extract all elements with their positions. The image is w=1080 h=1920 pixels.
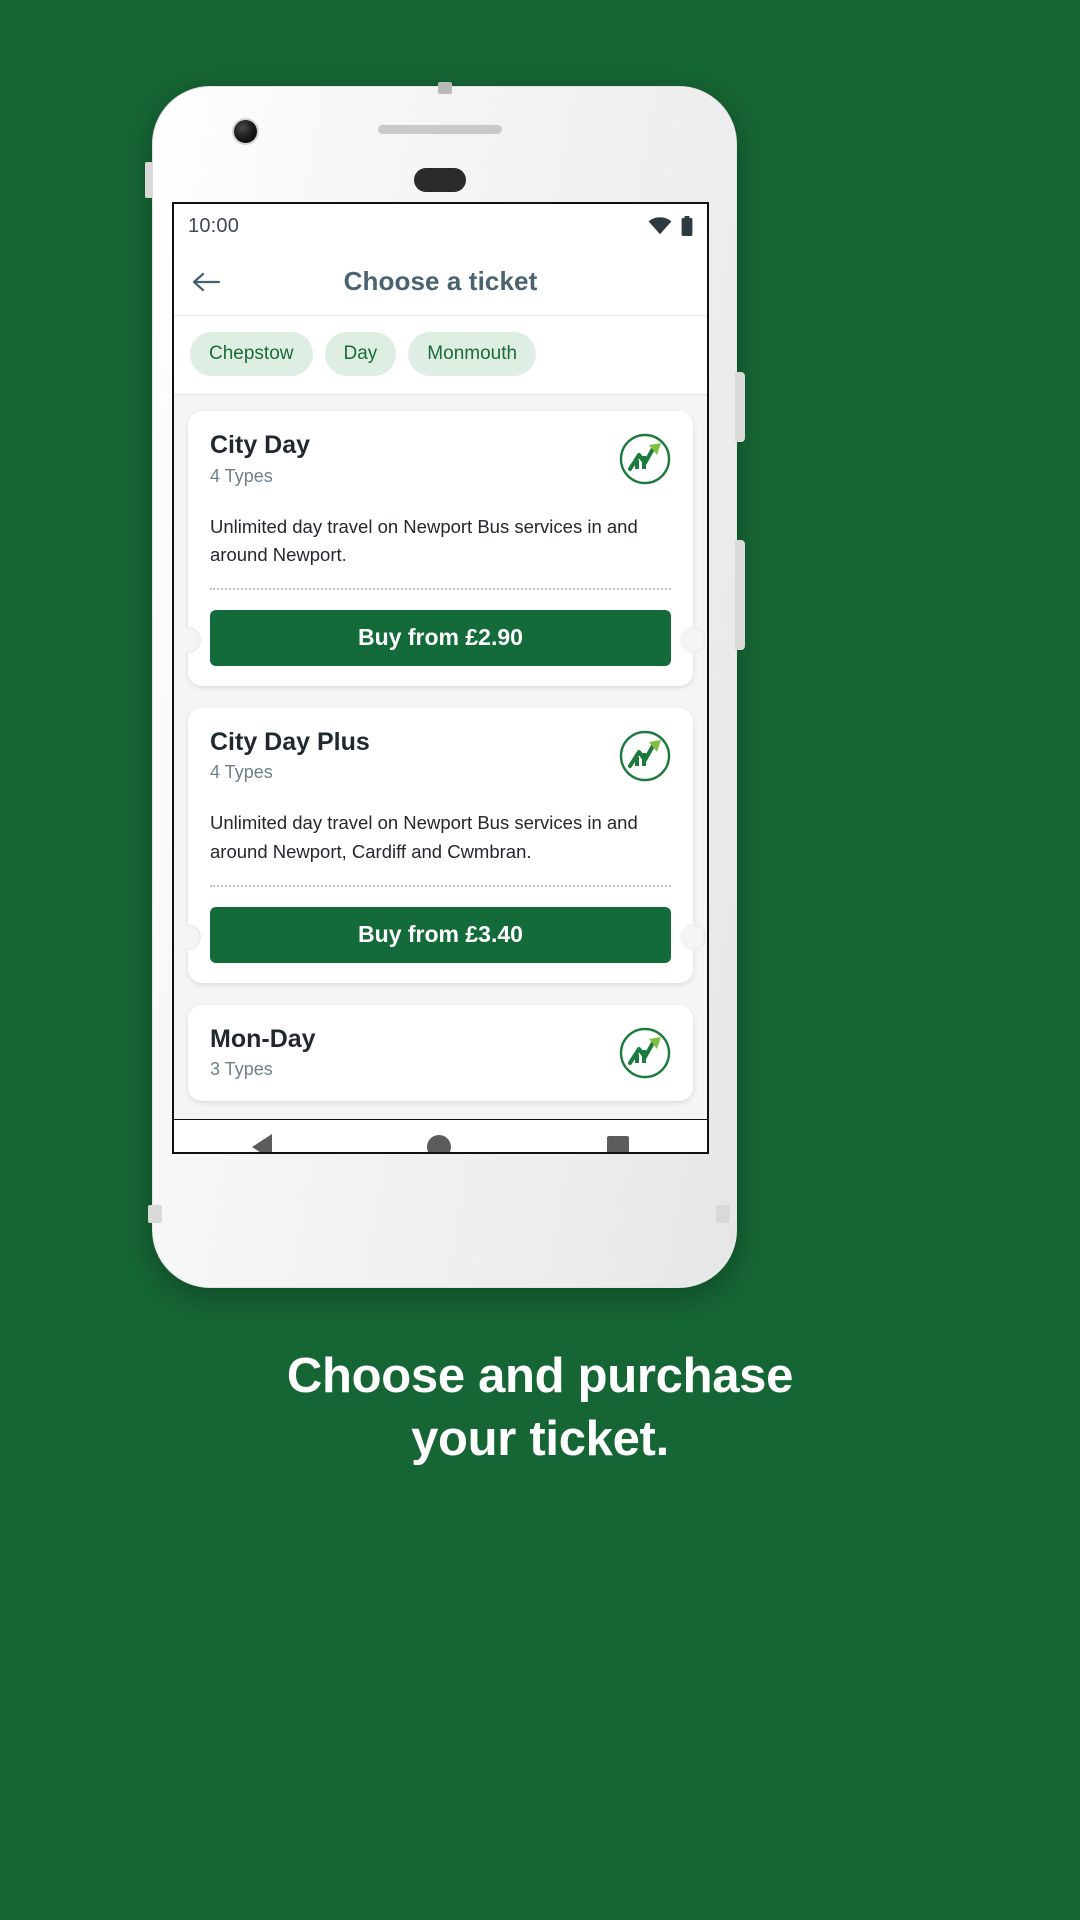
ticket-card-header: City Day 4 Types	[210, 431, 671, 487]
phone-screen: 10:00 Choose a ticket Chepstow Day Monmo…	[172, 202, 709, 1154]
promo-caption-line1: Choose and purchase	[286, 1349, 794, 1403]
newport-bus-logo-icon	[619, 1027, 671, 1078]
ticket-title: City Day Plus	[210, 727, 370, 756]
status-bar: 10:00	[174, 204, 707, 248]
phone-volume-button	[735, 372, 745, 442]
ticket-card-titles: City Day Plus 4 Types	[210, 728, 370, 784]
ticket-notch-left	[175, 923, 201, 950]
ticket-notch-right	[680, 923, 706, 950]
battery-icon	[681, 216, 693, 236]
newport-bus-logo-icon	[619, 433, 671, 485]
buy-button[interactable]: Buy from £2.90	[210, 609, 671, 666]
ticket-title: City Day	[210, 431, 311, 459]
speaker-pill	[414, 168, 466, 192]
ticket-notch-right	[680, 627, 706, 653]
ticket-types: 4 Types	[210, 762, 273, 783]
status-time: 10:00	[188, 214, 240, 237]
status-icons	[648, 216, 693, 236]
wifi-icon	[648, 217, 672, 235]
ticket-types: 3 Types	[210, 1059, 273, 1080]
ticket-card-titles: Mon-Day 3 Types	[210, 1025, 316, 1081]
ticket-description: Unlimited day travel on Newport Bus serv…	[210, 515, 638, 566]
ticket-card-header: City Day Plus 4 Types	[210, 728, 671, 784]
app-bar: Choose a ticket	[174, 248, 707, 316]
phone-bottom-accent-right	[716, 1205, 730, 1223]
ticket-card-header: Mon-Day 3 Types	[210, 1025, 671, 1081]
front-camera-icon	[232, 118, 259, 145]
buy-button[interactable]: Buy from £3.40	[210, 906, 671, 963]
filter-chip-day[interactable]: Day	[324, 332, 397, 376]
ticket-card[interactable]: City Day 4 Types Unlimited day travel on…	[175, 411, 706, 686]
promo-caption-line2: your ticket.	[411, 1411, 669, 1466]
earpiece-speaker	[378, 125, 502, 134]
ticket-card-titles: City Day 4 Types	[210, 431, 310, 487]
page-title: Choose a ticket	[343, 266, 538, 296]
filter-chip-chepstow[interactable]: Chepstow	[190, 332, 313, 376]
ticket-divider	[210, 587, 671, 590]
android-nav-bar	[174, 1119, 707, 1152]
ticket-notch-left	[175, 627, 201, 653]
android-back-icon[interactable]	[251, 1133, 272, 1152]
phone-bottom-accent-left	[148, 1205, 162, 1223]
filter-chips-bar: Chepstow Day Monmouth	[174, 316, 707, 395]
ticket-types: 4 Types	[210, 465, 273, 486]
ticket-card[interactable]: City Day Plus 4 Types Unlimited day trav…	[175, 707, 706, 983]
newport-bus-logo-icon	[619, 730, 671, 782]
phone-side-button-left	[145, 162, 153, 198]
promo-caption: Choose and purchase your ticket.	[0, 1345, 1080, 1470]
ticket-title: Mon-Day	[210, 1024, 316, 1053]
phone-power-button	[735, 540, 745, 650]
ticket-card[interactable]: Mon-Day 3 Types	[188, 1004, 693, 1101]
phone-top-nub	[438, 82, 452, 94]
ticket-divider	[210, 884, 671, 887]
filter-chip-monmouth[interactable]: Monmouth	[408, 332, 537, 376]
ticket-list[interactable]: City Day 4 Types Unlimited day travel on…	[174, 395, 707, 1152]
android-recents-icon[interactable]	[607, 1135, 630, 1152]
android-home-icon[interactable]	[427, 1134, 452, 1152]
ticket-description: Unlimited day travel on Newport Bus serv…	[210, 812, 638, 863]
